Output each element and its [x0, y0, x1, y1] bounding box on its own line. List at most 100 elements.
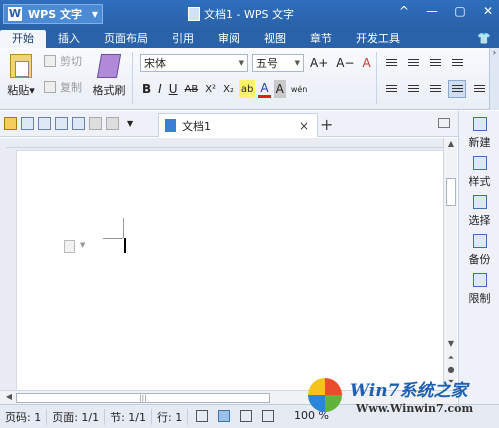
- scroll-left-icon[interactable]: ◀: [2, 391, 16, 403]
- distribute-icon: [473, 84, 485, 94]
- justify-icon: [451, 84, 463, 94]
- increase-indent-button[interactable]: [448, 54, 466, 72]
- watermark: Win7系统之家 Www.Winwin7.com: [300, 362, 499, 424]
- select-icon: [472, 195, 487, 209]
- print-icon[interactable]: [55, 117, 68, 130]
- underline-button[interactable]: U: [167, 80, 180, 98]
- new-tab-button[interactable]: +: [320, 115, 333, 134]
- print-preview-icon[interactable]: [72, 117, 85, 130]
- tab-review[interactable]: 审阅: [206, 30, 252, 48]
- app-menu-button[interactable]: W WPS 文字 ▼: [3, 4, 103, 24]
- document-area: [0, 138, 443, 390]
- paragraph-row-1: [382, 54, 466, 72]
- style-icon: [472, 156, 487, 170]
- skin-icon[interactable]: 👕: [469, 30, 499, 48]
- document-icon: [188, 7, 200, 21]
- tab-section[interactable]: 章节: [298, 30, 344, 48]
- task-style[interactable]: 样式: [459, 156, 499, 189]
- view-mode-buttons: [196, 410, 274, 422]
- document-page[interactable]: [16, 150, 443, 390]
- highlight-button[interactable]: ab: [238, 80, 256, 98]
- backup-icon: [472, 234, 487, 248]
- align-left-icon: [385, 84, 397, 94]
- vertical-scrollbar[interactable]: ▲ ▼ ⏶ ● ⏷: [443, 138, 457, 390]
- web-view-icon[interactable]: [262, 410, 274, 422]
- tab-view[interactable]: 视图: [252, 30, 298, 48]
- strikethrough-button[interactable]: AB: [183, 80, 201, 98]
- chevron-down-icon[interactable]: ▼: [80, 241, 85, 249]
- page-view-icon[interactable]: [218, 410, 230, 422]
- task-select[interactable]: 选择: [459, 195, 499, 228]
- vertical-scroll-thumb[interactable]: [446, 178, 456, 206]
- shrink-font-button[interactable]: A−: [334, 54, 356, 72]
- scissors-icon: [44, 55, 56, 67]
- copy-button[interactable]: 复制: [44, 78, 90, 96]
- font-color-button[interactable]: A: [258, 80, 271, 98]
- export-pdf-icon[interactable]: [38, 117, 51, 130]
- divider: [376, 52, 377, 104]
- align-left-button[interactable]: [382, 80, 400, 98]
- tab-references[interactable]: 引用: [160, 30, 206, 48]
- minimize-button[interactable]: —: [425, 4, 439, 18]
- paste-button[interactable]: 粘贴▾: [4, 52, 38, 106]
- font-size-select[interactable]: 五号 ▼: [252, 54, 304, 72]
- grow-font-button[interactable]: A+: [308, 54, 330, 72]
- redo-icon[interactable]: [106, 117, 119, 130]
- status-row: 行: 1: [152, 408, 189, 425]
- subscript-button[interactable]: X₂: [221, 80, 236, 98]
- text-cursor: [124, 238, 126, 253]
- clear-format-button[interactable]: A: [361, 54, 373, 72]
- bold-button[interactable]: B: [140, 80, 153, 98]
- superscript-button[interactable]: X²: [203, 80, 218, 98]
- scroll-down-icon[interactable]: ▼: [444, 338, 458, 350]
- align-center-icon: [407, 84, 419, 94]
- windows-logo-icon: [308, 378, 342, 412]
- maximize-button[interactable]: ▢: [453, 4, 467, 18]
- window-controls: ^ — ▢ ✕: [397, 4, 495, 18]
- decrease-indent-button[interactable]: [426, 54, 444, 72]
- scroll-up-icon[interactable]: ▲: [444, 138, 458, 150]
- open-folder-icon[interactable]: [4, 117, 17, 130]
- task-backup[interactable]: 备份: [459, 234, 499, 267]
- outline-view-icon[interactable]: [240, 410, 252, 422]
- close-tab-icon[interactable]: ×: [299, 119, 309, 133]
- align-right-icon: [429, 84, 441, 94]
- task-restrict[interactable]: 限制: [459, 273, 499, 306]
- watermark-url: Www.Winwin7.com: [356, 402, 474, 415]
- tab-developer[interactable]: 开发工具: [344, 30, 412, 48]
- tab-page-layout[interactable]: 页面布局: [92, 30, 160, 48]
- phonetic-guide-button[interactable]: wén: [289, 80, 310, 98]
- app-name: WPS 文字: [28, 8, 82, 21]
- ribbon-collapse-button[interactable]: ^: [397, 4, 411, 18]
- justify-button[interactable]: [448, 80, 466, 98]
- align-center-button[interactable]: [404, 80, 422, 98]
- copy-icon: [44, 81, 56, 93]
- distribute-button[interactable]: [470, 80, 488, 98]
- font-family-select[interactable]: 宋体 ▼: [140, 54, 248, 72]
- tab-insert[interactable]: 插入: [46, 30, 92, 48]
- document-tab[interactable]: 文档1 ×: [158, 113, 318, 137]
- status-pages: 页面: 1/1: [47, 408, 106, 425]
- indent-icon: [451, 58, 463, 68]
- cut-button[interactable]: 剪切: [44, 52, 90, 70]
- undo-icon[interactable]: [89, 117, 102, 130]
- task-new[interactable]: 新建: [459, 117, 499, 150]
- paragraph-options-icon[interactable]: [64, 240, 75, 253]
- save-icon[interactable]: [21, 117, 34, 130]
- horizontal-scroll-thumb[interactable]: |||: [16, 393, 270, 403]
- ribbon-scroll-button[interactable]: ›: [489, 48, 499, 110]
- tab-home[interactable]: 开始: [0, 30, 46, 48]
- full-screen-view-icon[interactable]: [196, 410, 208, 422]
- status-page-number: 页码: 1: [0, 408, 48, 425]
- close-button[interactable]: ✕: [481, 4, 495, 18]
- task-pane: 新建 样式 选择 备份 限制: [458, 111, 499, 404]
- document-icon: [165, 119, 176, 132]
- numbered-list-button[interactable]: [404, 54, 422, 72]
- task-pane-toggle-icon[interactable]: [438, 118, 450, 128]
- customize-dropdown-icon[interactable]: ▼: [127, 119, 133, 128]
- char-shading-button[interactable]: A: [273, 80, 286, 98]
- align-right-button[interactable]: [426, 80, 444, 98]
- format-painter-button[interactable]: 格式刷: [92, 52, 126, 106]
- italic-button[interactable]: I: [156, 80, 164, 98]
- bullet-list-button[interactable]: [382, 54, 400, 72]
